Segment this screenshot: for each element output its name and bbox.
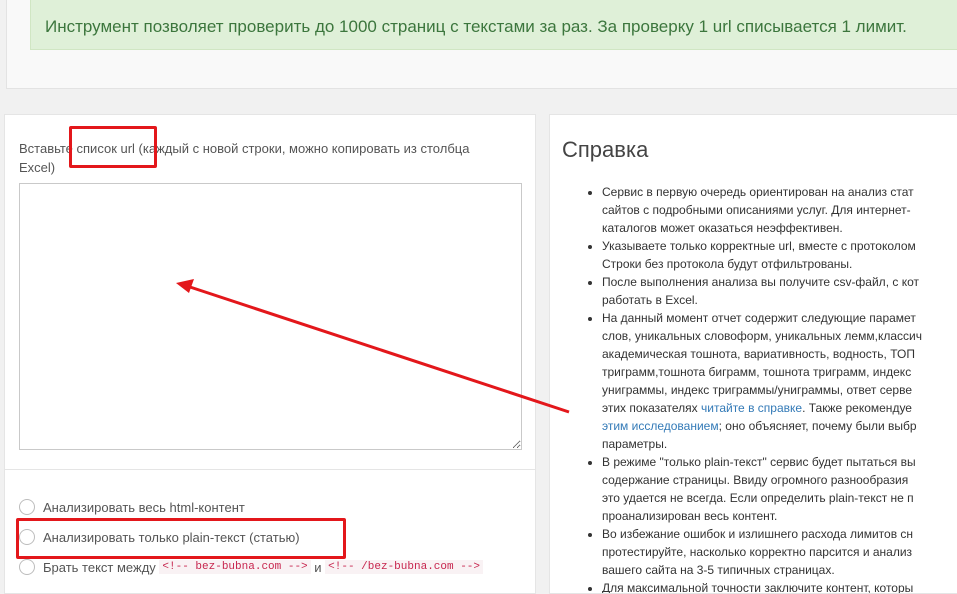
- annotation-arrow-line: [189, 285, 570, 414]
- annotation-arrow-head: [176, 279, 194, 293]
- annotation-arrow-overlay: [176, 279, 570, 414]
